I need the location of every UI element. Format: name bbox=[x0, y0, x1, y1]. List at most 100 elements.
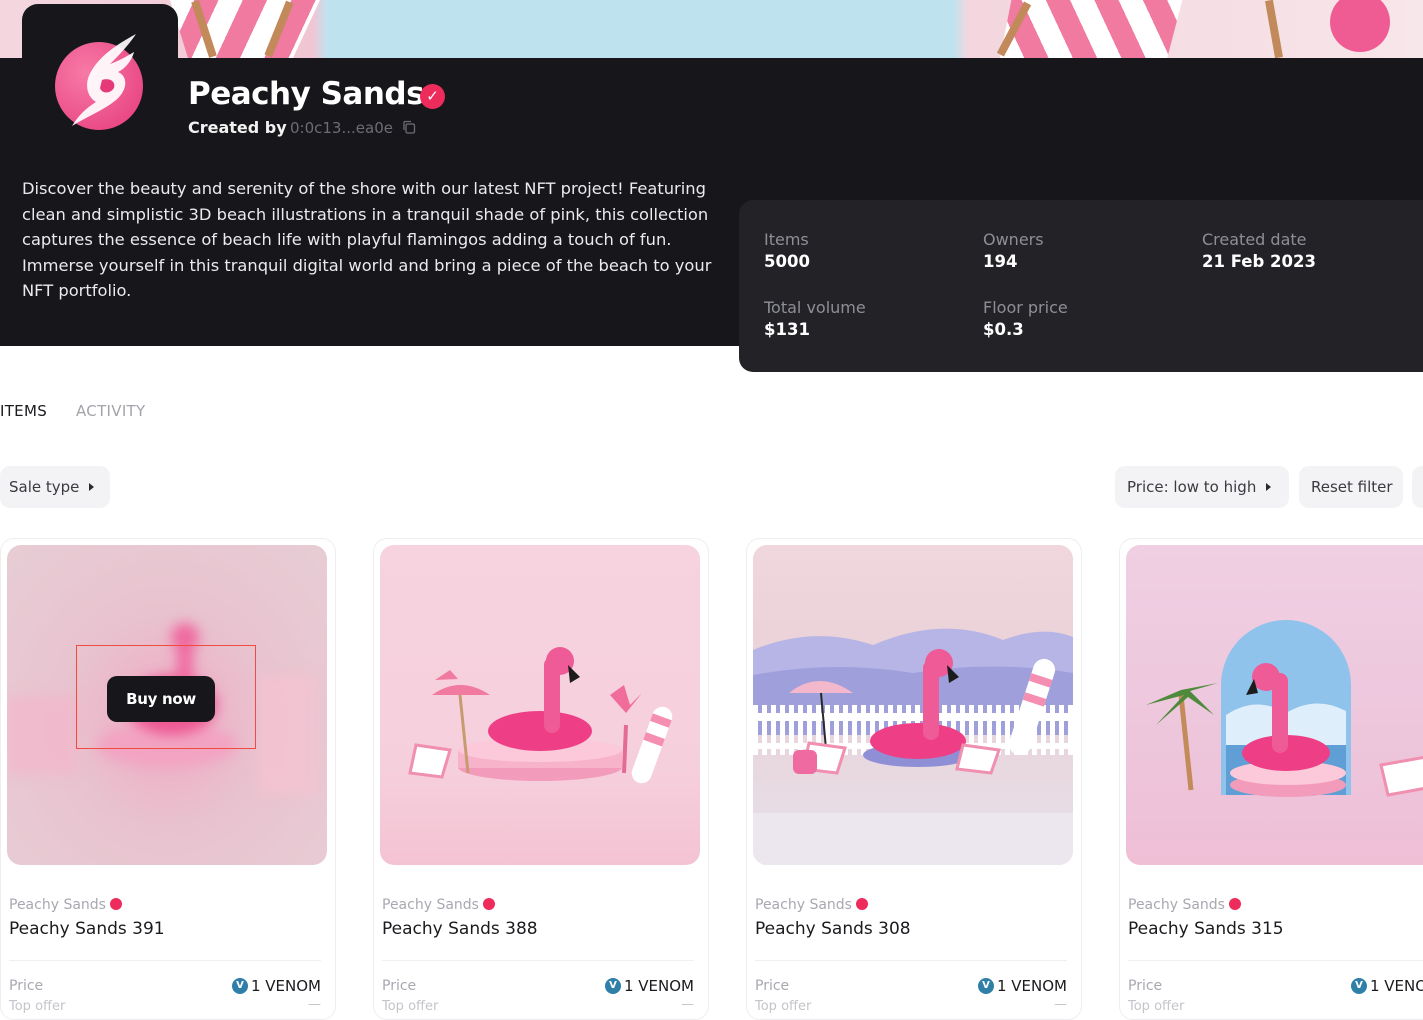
sale-type-label: Sale type bbox=[9, 478, 80, 496]
stats-panel: Items 5000 Owners 194 Created date 21 Fe… bbox=[739, 200, 1423, 372]
verified-badge-icon: ✓ bbox=[420, 84, 445, 109]
top-offer-value: — bbox=[308, 997, 321, 1012]
fence-picket bbox=[1068, 705, 1073, 755]
card-collection-label: Peachy Sands bbox=[382, 897, 479, 913]
price-value: V1 VENOM bbox=[977, 977, 1067, 995]
stat-label: Created date bbox=[1202, 230, 1307, 249]
card-collection-label: Peachy Sands bbox=[755, 897, 852, 913]
stat-created-date: Created date 21 Feb 2023 bbox=[1202, 230, 1316, 274]
verified-badge-icon bbox=[855, 898, 868, 910]
venom-icon: V bbox=[1350, 977, 1367, 994]
stat-value: 5000 bbox=[764, 252, 810, 271]
stat-label: Owners bbox=[983, 230, 1044, 249]
sale-type-filter[interactable]: Sale type bbox=[0, 466, 110, 508]
fence-picket bbox=[762, 705, 767, 755]
filter-options-button[interactable] bbox=[1412, 466, 1423, 508]
price-amount: 1 VENOM bbox=[623, 977, 694, 995]
nft-card[interactable]: Peachy Sands Peachy Sands 388 Price V1 V… bbox=[373, 538, 709, 1020]
top-offer-label: Top offer bbox=[1128, 999, 1185, 1014]
stat-label: Total volume bbox=[764, 298, 866, 317]
card-item-name[interactable]: Peachy Sands 308 bbox=[755, 919, 911, 939]
fence-picket bbox=[861, 705, 866, 755]
stat-value: 194 bbox=[983, 252, 1018, 271]
sort-label: Price: low to high bbox=[1127, 478, 1257, 496]
stat-value: $131 bbox=[764, 320, 810, 339]
card-collection-name[interactable]: Peachy Sands bbox=[382, 897, 495, 913]
top-offer-label: Top offer bbox=[382, 999, 439, 1014]
venom-icon: V bbox=[231, 977, 248, 994]
card-collection-label: Peachy Sands bbox=[1128, 897, 1225, 913]
fence-picket bbox=[753, 705, 758, 755]
sort-dropdown[interactable]: Price: low to high bbox=[1115, 466, 1289, 508]
price-value: V1 VENOM bbox=[1350, 977, 1423, 995]
price-amount: 1 VENOM bbox=[1369, 977, 1423, 995]
stat-floor-price: Floor price $0.3 bbox=[983, 298, 1068, 342]
divider bbox=[1128, 960, 1423, 961]
collection-description: Discover the beauty and serenity of the … bbox=[22, 179, 712, 301]
divider bbox=[755, 960, 1067, 961]
reset-filter-button[interactable]: Reset filter bbox=[1299, 466, 1403, 508]
fence-picket bbox=[996, 705, 1001, 755]
divider bbox=[382, 960, 694, 961]
stat-label: Items bbox=[764, 230, 809, 249]
stat-items: Items 5000 bbox=[764, 230, 810, 274]
collection-title: Peachy Sands bbox=[188, 76, 425, 112]
stat-total-volume: Total volume $131 bbox=[764, 298, 866, 342]
price-label: Price bbox=[755, 978, 790, 994]
stat-value: $0.3 bbox=[983, 320, 1024, 339]
card-collection-name[interactable]: Peachy Sands bbox=[1128, 897, 1241, 913]
copy-icon[interactable] bbox=[402, 120, 416, 134]
collection-logo bbox=[22, 4, 178, 144]
card-item-name[interactable]: Peachy Sands 315 bbox=[1128, 919, 1284, 939]
nft-image[interactable] bbox=[1126, 545, 1423, 865]
fence-picket bbox=[1005, 705, 1010, 755]
nft-card[interactable]: Buy now Peachy Sands Peachy Sands 391 Pr… bbox=[0, 538, 336, 1020]
stat-label: Floor price bbox=[983, 298, 1068, 317]
nft-art-flamingo-podium bbox=[408, 647, 673, 784]
venom-icon: V bbox=[977, 977, 994, 994]
card-collection-label: Peachy Sands bbox=[9, 897, 106, 913]
nft-card[interactable]: Peachy Sands Peachy Sands 308 Price V1 V… bbox=[746, 538, 1082, 1020]
nft-image[interactable] bbox=[753, 545, 1073, 865]
nft-image[interactable] bbox=[380, 545, 700, 865]
wing-logo-icon bbox=[72, 34, 136, 126]
top-offer-label: Top offer bbox=[755, 999, 812, 1014]
fence-picket bbox=[789, 705, 794, 755]
fence-picket bbox=[1050, 705, 1055, 755]
top-offer-value: — bbox=[1054, 997, 1067, 1012]
top-offer-value: — bbox=[681, 997, 694, 1012]
stat-owners: Owners 194 bbox=[983, 230, 1044, 274]
fence-picket bbox=[852, 705, 857, 755]
price-label: Price bbox=[9, 978, 44, 994]
card-item-name[interactable]: Peachy Sands 391 bbox=[9, 919, 165, 939]
nft-art-flamingo-fence bbox=[753, 628, 1073, 865]
collection-banner bbox=[0, 0, 1423, 58]
buy-now-button[interactable]: Buy now bbox=[107, 676, 215, 722]
venom-icon: V bbox=[604, 977, 621, 994]
divider bbox=[9, 960, 321, 961]
stat-value: 21 Feb 2023 bbox=[1202, 252, 1316, 271]
verified-badge-icon bbox=[482, 898, 495, 910]
fence-picket bbox=[1059, 705, 1064, 755]
fence-picket bbox=[780, 705, 785, 755]
card-collection-name[interactable]: Peachy Sands bbox=[9, 897, 122, 913]
banner-chair-leg bbox=[1265, 0, 1283, 58]
verified-badge-icon bbox=[1228, 898, 1241, 910]
banner-flamingo bbox=[1330, 0, 1390, 52]
verified-badge-icon bbox=[109, 898, 122, 910]
top-offer-label: Top offer bbox=[9, 999, 66, 1014]
price-amount: 1 VENOM bbox=[250, 977, 321, 995]
caret-right-icon bbox=[1266, 482, 1272, 491]
card-collection-name[interactable]: Peachy Sands bbox=[755, 897, 868, 913]
nft-card[interactable]: Peachy Sands Peachy Sands 315 Price V1 V… bbox=[1119, 538, 1423, 1020]
nft-art-flamingo-arch bbox=[1146, 620, 1423, 797]
price-amount: 1 VENOM bbox=[996, 977, 1067, 995]
fence-picket bbox=[771, 705, 776, 755]
price-value: V1 VENOM bbox=[231, 977, 321, 995]
tab-activity[interactable]: ACTIVITY bbox=[76, 402, 145, 420]
card-item-name[interactable]: Peachy Sands 388 bbox=[382, 919, 538, 939]
created-by-label: Created by bbox=[188, 118, 287, 137]
creator-address-link[interactable]: 0:0c13...ea0e bbox=[290, 119, 393, 137]
price-label: Price bbox=[1128, 978, 1163, 994]
tab-items[interactable]: ITEMS bbox=[0, 402, 47, 420]
